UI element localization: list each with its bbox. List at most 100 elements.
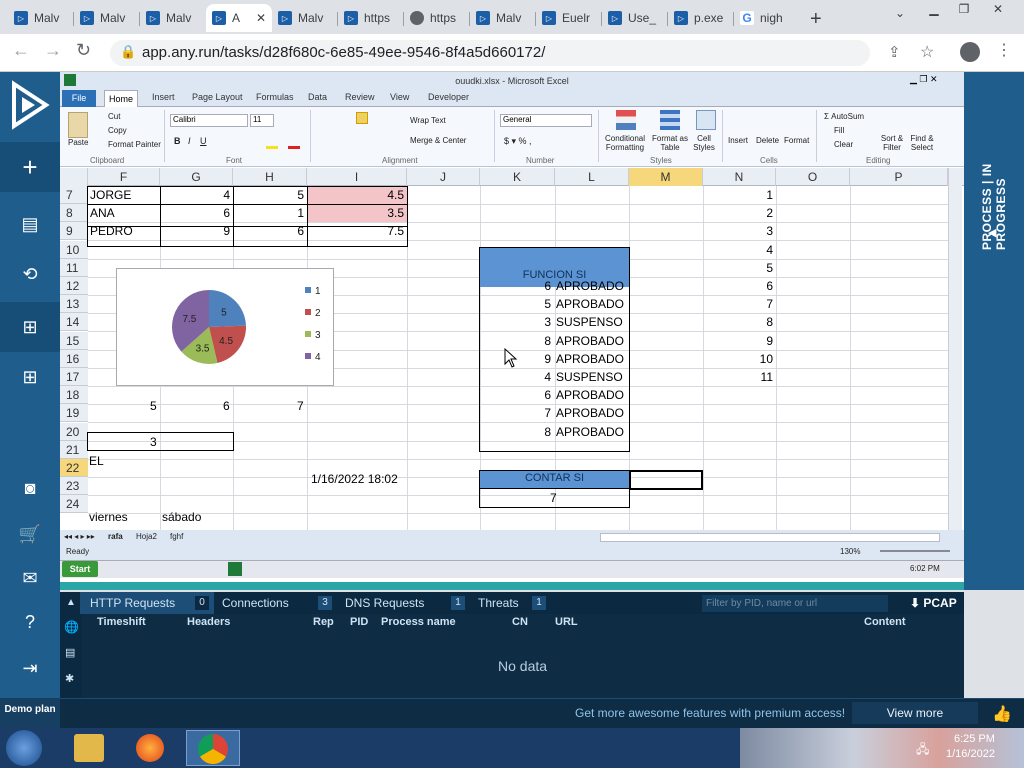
windows-icon-2[interactable]: ⊞ bbox=[18, 365, 42, 389]
insert-tab[interactable]: Insert bbox=[152, 92, 175, 102]
cell-i9[interactable]: 7.5 bbox=[307, 222, 404, 240]
row-header-24[interactable]: 24 bbox=[60, 495, 88, 513]
view-more-button[interactable]: View more bbox=[852, 702, 978, 724]
file-icon[interactable]: ▤ bbox=[65, 646, 75, 659]
browser-tab-4[interactable]: ▷ Malv bbox=[272, 4, 336, 32]
cell-n8[interactable]: 2 bbox=[703, 204, 773, 222]
collapse-panel-icon[interactable]: ▲ bbox=[66, 597, 76, 608]
funcion-number[interactable]: 7 bbox=[480, 404, 551, 422]
cell-styles-button[interactable]: Cell Styles bbox=[688, 134, 720, 152]
browser-tab-9[interactable]: ▷ Use_ bbox=[602, 4, 666, 32]
home-tab[interactable]: Home bbox=[104, 90, 138, 107]
cell-i8[interactable]: 3.5 bbox=[307, 204, 404, 222]
chrome-taskbar-button[interactable] bbox=[186, 730, 240, 766]
firefox-icon[interactable] bbox=[136, 734, 164, 762]
vm-start-button[interactable]: Start bbox=[62, 561, 98, 577]
align-middle-button[interactable] bbox=[356, 112, 368, 124]
document-icon[interactable]: ▤ bbox=[18, 212, 42, 236]
url-text[interactable]: app.any.run/tasks/d28f680c-6e85-49ee-954… bbox=[142, 44, 545, 61]
excel-taskbar-icon[interactable] bbox=[228, 562, 242, 576]
underline-button[interactable]: U bbox=[200, 136, 207, 146]
maximize-button[interactable]: ❐ bbox=[950, 2, 978, 20]
font-size-select[interactable]: 11 bbox=[250, 114, 274, 127]
collapse-arrow-icon[interactable]: ◀ bbox=[988, 226, 996, 239]
funcion-result[interactable]: APROBADO bbox=[556, 350, 624, 368]
review-tab[interactable]: Review bbox=[345, 92, 375, 102]
font-name-select[interactable]: Calibri bbox=[170, 114, 248, 127]
funcion-number[interactable]: 3 bbox=[480, 313, 551, 331]
cell-h9[interactable]: 6 bbox=[233, 222, 304, 240]
row-header-9[interactable]: 9 bbox=[60, 222, 88, 240]
reload-icon[interactable]: ↻ bbox=[76, 40, 91, 61]
funcion-result[interactable]: APROBADO bbox=[556, 404, 624, 422]
forward-icon[interactable]: → bbox=[44, 40, 62, 61]
cell-f21[interactable]: EL bbox=[89, 452, 104, 470]
windows-start-button[interactable] bbox=[6, 730, 42, 766]
pie-chart[interactable]: 5 4.5 3.5 7.5 1 2 3 4 bbox=[116, 268, 334, 386]
explorer-icon[interactable] bbox=[74, 734, 104, 762]
cell-g18[interactable]: 6 bbox=[223, 397, 230, 415]
col-header-g[interactable]: G bbox=[160, 168, 233, 186]
row-header-23[interactable]: 23 bbox=[60, 477, 88, 495]
zoom-slider[interactable] bbox=[880, 550, 950, 552]
conditional-formatting-icon[interactable] bbox=[616, 110, 636, 130]
bold-button[interactable]: B bbox=[174, 136, 181, 146]
logout-icon[interactable]: ⇥ bbox=[18, 656, 42, 680]
data-tab[interactable]: Data bbox=[308, 92, 327, 102]
merge-center-button[interactable]: Merge & Center bbox=[410, 136, 466, 145]
autosum-button[interactable]: Σ AutoSum bbox=[824, 112, 864, 121]
cell-h18[interactable]: 7 bbox=[297, 397, 304, 415]
cell-h7[interactable]: 5 bbox=[233, 186, 304, 204]
browser-tab-11[interactable]: Gnigh bbox=[734, 4, 798, 32]
italic-button[interactable]: I bbox=[188, 136, 191, 146]
row-header-16[interactable]: 16 bbox=[60, 350, 88, 368]
tab-http-requests[interactable]: HTTP Requests bbox=[90, 596, 175, 610]
highlight-color-icon[interactable] bbox=[266, 146, 278, 149]
funcion-number[interactable]: 4 bbox=[480, 368, 551, 386]
insert-cells-button[interactable]: Insert bbox=[728, 136, 748, 145]
browser-tab-3[interactable]: ▷ A ✕ bbox=[206, 4, 272, 32]
pcap-button[interactable]: ⬇ PCAP bbox=[910, 596, 957, 610]
sheet-nav-arrows[interactable]: ◂◂ ◂ ▸ ▸▸ bbox=[64, 532, 95, 541]
close-window-button[interactable]: ✕ bbox=[984, 2, 1012, 20]
cell-f20[interactable]: 3 bbox=[150, 433, 157, 451]
row-header-13[interactable]: 13 bbox=[60, 295, 88, 313]
col-header-l[interactable]: L bbox=[555, 168, 629, 186]
user-icon[interactable]: ◙ bbox=[18, 476, 42, 500]
thumbs-up-icon[interactable]: 👍 bbox=[992, 704, 1012, 724]
row-header-11[interactable]: 11 bbox=[60, 259, 88, 277]
excel-window-controls[interactable]: ▁ ❐ ✕ bbox=[910, 74, 938, 85]
browser-tab-8[interactable]: ▷ Euelr bbox=[536, 4, 600, 32]
cell-f7[interactable]: JORGE bbox=[90, 186, 131, 204]
cell-n7[interactable]: 1 bbox=[703, 186, 773, 204]
new-tab-button[interactable]: + bbox=[810, 8, 822, 31]
share-icon[interactable]: ⇪ bbox=[888, 43, 901, 61]
vertical-scrollbar[interactable] bbox=[948, 168, 962, 530]
sheet-tab-hoja2[interactable]: Hoja2 bbox=[136, 532, 157, 541]
profile-avatar[interactable] bbox=[960, 42, 980, 62]
browser-tab-1[interactable]: ▷ Malv bbox=[74, 4, 138, 32]
browser-tab-7[interactable]: ▷ Malv bbox=[470, 4, 534, 32]
browser-tab-6[interactable]: https bbox=[404, 4, 468, 32]
cell-n15[interactable]: 9 bbox=[703, 332, 773, 350]
col-header-f[interactable]: F bbox=[88, 168, 160, 186]
row-header-17[interactable]: 17 bbox=[60, 368, 88, 386]
cell-i7[interactable]: 4.5 bbox=[307, 186, 404, 204]
view-tab[interactable]: View bbox=[390, 92, 409, 102]
funcion-result[interactable]: SUSPENSO bbox=[556, 313, 623, 331]
funcion-result[interactable]: SUSPENSO bbox=[556, 368, 623, 386]
new-task-button[interactable]: + bbox=[0, 142, 60, 192]
bug-icon[interactable]: ✱ bbox=[65, 672, 74, 685]
col-header-k[interactable]: K bbox=[480, 168, 555, 186]
row-header-7[interactable]: 7 bbox=[60, 186, 88, 204]
format-table-icon[interactable] bbox=[660, 110, 680, 130]
funcion-result[interactable]: APROBADO bbox=[556, 277, 624, 295]
row-header-19[interactable]: 19 bbox=[60, 404, 88, 422]
col-header-i[interactable]: I bbox=[307, 168, 407, 186]
minimize-button[interactable]: ▁ bbox=[920, 2, 948, 20]
paste-icon[interactable] bbox=[68, 112, 88, 138]
help-icon[interactable]: ? bbox=[18, 610, 42, 634]
cell-styles-icon[interactable] bbox=[696, 110, 716, 130]
pie-slice-1[interactable] bbox=[209, 290, 246, 327]
browser-tab-2[interactable]: ▷ Malv bbox=[140, 4, 204, 32]
